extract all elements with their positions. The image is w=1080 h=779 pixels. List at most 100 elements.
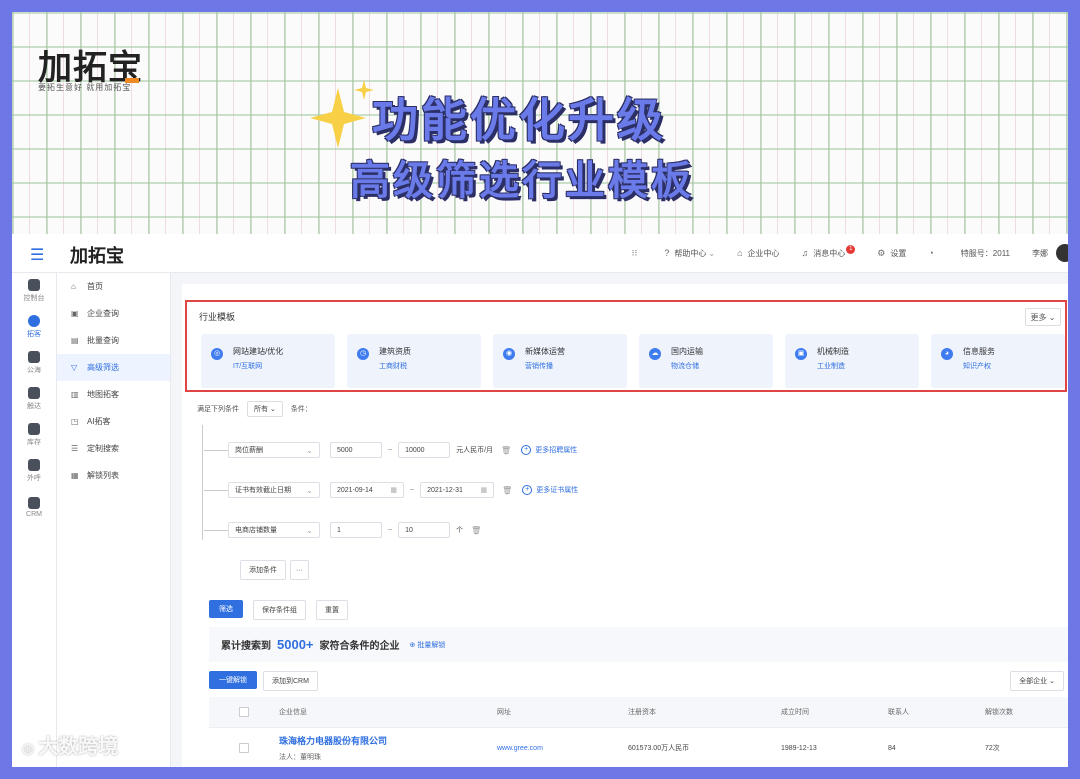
template-card-newmedia[interactable]: ◉ 新媒体运营 营销传播 xyxy=(493,334,627,388)
rail-item-dashboard[interactable]: 控制台 xyxy=(12,273,56,309)
template-card-info[interactable]: ◕ 信息服务 知识产权 xyxy=(931,334,1065,388)
nav-messages[interactable]: ♫ 消息中心 1 xyxy=(802,244,856,259)
company-name-link[interactable]: 珠海格力电器股份有限公司 xyxy=(279,734,497,747)
more-cert-attr-link[interactable]: + 更多证书属性 xyxy=(522,485,578,495)
template-card-transport[interactable]: ☁ 国内运输 物流仓储 xyxy=(639,334,773,388)
delete-icon[interactable]: 🗑 xyxy=(501,446,511,455)
lock-icon: ⊕ xyxy=(409,641,416,649)
help-icon: ? xyxy=(664,248,670,258)
add-condition-button[interactable]: 添加条件 xyxy=(240,560,286,580)
promo-banner: 加拓宝 要拓生意好 就用加拓宝 功能优化升级 高级筛选行业模板 xyxy=(12,12,1068,234)
plus-icon: + xyxy=(522,485,533,495)
nav-enterprise[interactable]: ⌂ 企业中心 xyxy=(737,248,779,259)
template-card-machinery[interactable]: ▣ 机械制造 工业制造 xyxy=(785,334,919,388)
rail-item-reach[interactable]: 触达 xyxy=(12,381,56,417)
calendar-icon: ▦ xyxy=(390,487,397,494)
promo-subtitle: 高级筛选行业模板 xyxy=(350,159,694,203)
date-to-input[interactable]: 2021-12-31 ▦ xyxy=(420,482,495,498)
list-icon: ☰ xyxy=(71,444,79,453)
message-badge: 1 xyxy=(846,244,856,254)
more-recruit-attr-link[interactable]: + 更多招聘属性 xyxy=(521,445,577,455)
menu-toggle-icon[interactable]: ☰ xyxy=(30,245,44,265)
avatar[interactable] xyxy=(1056,244,1068,262)
rail-item-stock[interactable]: 库存 xyxy=(12,417,56,453)
nav-help[interactable]: ? 帮助中心 ⌄ xyxy=(664,248,715,259)
headset-icon: ◔ xyxy=(928,248,934,258)
unlock-all-button[interactable]: 一键解锁 xyxy=(209,671,257,689)
more-options-button[interactable]: ··· xyxy=(290,560,309,580)
delete-icon[interactable]: 🗑 xyxy=(471,526,481,535)
submenu-item-ai[interactable]: ◳ AI拓客 xyxy=(57,408,170,435)
icon-rail: 控制台 拓客 公海 触达 库存 外呼 CRM xyxy=(12,273,57,767)
user-name[interactable]: 李娜 xyxy=(1032,248,1048,259)
nav-support[interactable]: ◔ xyxy=(928,248,938,258)
select-all-checkbox[interactable] xyxy=(239,707,249,717)
ai-icon: ◳ xyxy=(71,417,79,426)
brand-slogan: 要拓生意好 就用加拓宝 xyxy=(38,83,132,92)
filter-button[interactable]: 筛选 xyxy=(209,600,243,618)
dashboard-icon xyxy=(28,279,40,291)
service-number: 特服号：2011 xyxy=(960,248,1010,258)
home-icon: ⌂ xyxy=(71,282,76,291)
website-link[interactable]: www.gree.com xyxy=(497,745,628,752)
clock-icon: ◷ xyxy=(357,348,369,360)
reach-icon xyxy=(28,387,40,399)
sea-icon xyxy=(28,351,40,363)
result-count: 5000+ xyxy=(277,637,314,652)
add-condition-group: 添加条件 ··· xyxy=(240,560,309,580)
range-to-input[interactable]: 10000 xyxy=(398,442,451,458)
submenu-item-custom-search[interactable]: ☰ 定制搜索 xyxy=(57,435,170,462)
range-from-input[interactable]: 1 xyxy=(330,522,382,538)
condition-row-salary: 岗位薪酬 5000 ~ 10000 元人民币/月 🗑 +更多招聘属性 xyxy=(204,442,577,458)
rail-item-explore[interactable]: 拓客 xyxy=(12,309,56,345)
template-card-website[interactable]: ◎ 网站建站/优化 IT/互联网 xyxy=(201,334,335,388)
table-header: 企业信息 网址 注册资本 成立时间 联系人 解锁次数 xyxy=(209,697,1068,728)
condition-field-select[interactable]: 岗位薪酬 xyxy=(228,442,320,458)
submenu-item-unlock-list[interactable]: ▦ 解锁列表 xyxy=(57,462,170,489)
info-icon: ◕ xyxy=(941,348,953,360)
template-card-construction[interactable]: ◷ 建筑资质 工商财税 xyxy=(347,334,481,388)
scope-select[interactable]: 全部企业 ⌄ xyxy=(1010,671,1064,691)
submenu-item-batch-search[interactable]: ▤ 批量查询 xyxy=(57,327,170,354)
save-condition-button[interactable]: 保存条件组 xyxy=(253,600,306,620)
submenu-item-map[interactable]: ▥ 地图拓客 xyxy=(57,381,170,408)
plus-icon: + xyxy=(521,445,532,455)
globe-icon: ◎ xyxy=(211,348,223,360)
bulk-actions: 一键解锁 添加到CRM 全部企业 ⌄ xyxy=(209,671,1068,691)
nav-grid[interactable]: ⁝⁝ xyxy=(632,248,643,259)
watermark: ◍ 大数跨境 xyxy=(22,736,119,758)
range-from-input[interactable]: 5000 xyxy=(330,442,382,458)
submenu-item-home[interactable]: ⌂ 首页 xyxy=(57,273,170,300)
row-checkbox[interactable] xyxy=(239,743,249,753)
media-icon: ◉ xyxy=(503,348,515,360)
templates-title: 行业模板 xyxy=(199,312,236,322)
range-to-input[interactable]: 10 xyxy=(398,522,451,538)
condition-header: 满足下列条件 所有 ⌄ 条件： xyxy=(197,401,312,417)
add-to-crm-button[interactable]: 添加到CRM xyxy=(263,671,318,691)
grid-icon: ⁝⁝ xyxy=(631,247,638,258)
condition-field-select[interactable]: 证书有效截止日期 xyxy=(228,482,320,498)
results-table: 企业信息 网址 注册资本 成立时间 联系人 解锁次数 珠海格力电器股份有限公司法… xyxy=(209,697,1068,767)
rail-item-sea[interactable]: 公海 xyxy=(12,345,56,381)
home-icon: ⌂ xyxy=(737,248,743,258)
submenu-item-company-search[interactable]: ▣ 企业查询 xyxy=(57,300,170,327)
match-select[interactable]: 所有 ⌄ xyxy=(247,401,283,417)
screenshot-frame: 加拓宝 要拓生意好 就用加拓宝 功能优化升级 高级筛选行业模板 ☰ 加拓宝 ⁝⁝… xyxy=(12,12,1068,767)
top-bar: ☰ 加拓宝 ⁝⁝ ? 帮助中心 ⌄ ⌂ 企业中心 ♫ 消息中心 1 ⚙ 设置 ◔ 特服号：2… xyxy=(12,234,1068,273)
rail-item-outbound[interactable]: 外呼 xyxy=(12,453,56,489)
date-from-input[interactable]: 2021-09-14 ▦ xyxy=(330,482,404,498)
templates-more-button[interactable]: 更多 ⌄ xyxy=(1025,308,1061,326)
condition-field-select[interactable]: 电商店铺数量 xyxy=(228,522,320,538)
condition-row-stores: 电商店铺数量 1 ~ 10 个 🗑 xyxy=(204,522,481,538)
delete-icon[interactable]: 🗑 xyxy=(502,486,512,495)
stock-icon xyxy=(28,423,40,435)
rail-item-crm[interactable]: CRM xyxy=(12,489,56,525)
chart-icon: ▥ xyxy=(71,390,79,399)
reset-button[interactable]: 重置 xyxy=(316,600,348,620)
gear-icon: ⚙ xyxy=(877,247,886,258)
submenu-item-advanced-filter[interactable]: ▽ 高级筛选 xyxy=(57,354,170,381)
nav-settings[interactable]: ⚙ 设置 xyxy=(877,248,906,259)
batch-unlock-link[interactable]: ⊕ 批量解锁 xyxy=(410,640,446,650)
cloud-icon: ☁ xyxy=(649,348,661,360)
crm-icon xyxy=(28,496,40,509)
